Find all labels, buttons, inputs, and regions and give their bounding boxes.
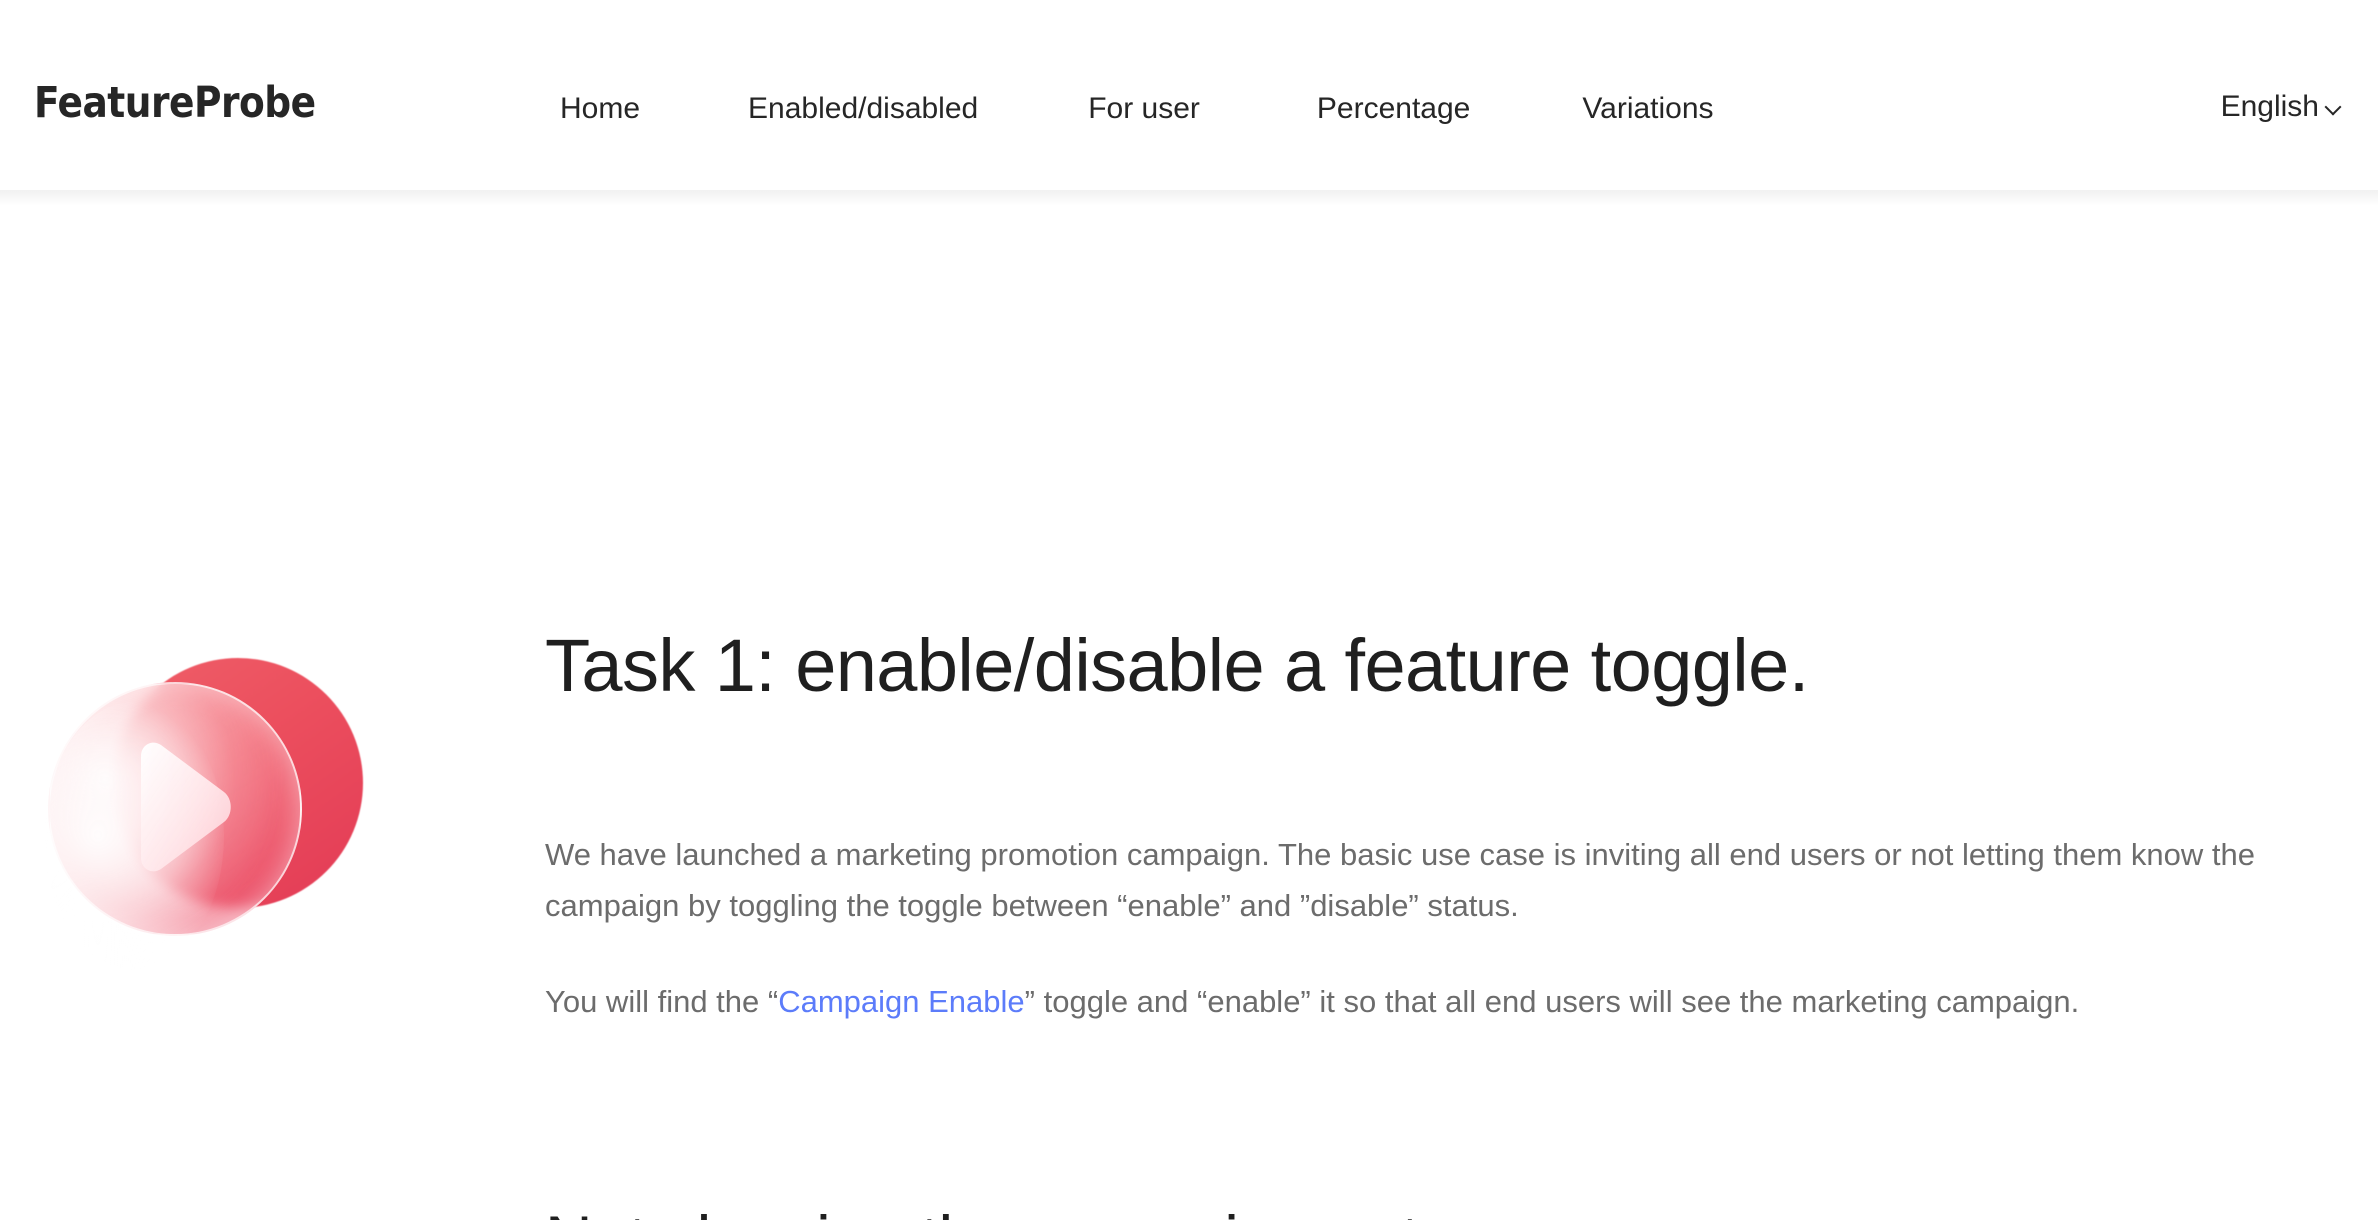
play-button-icon <box>40 650 363 970</box>
paragraph-2-before-link: You will find the “ <box>545 984 779 1019</box>
nav-item-percentage[interactable]: Percentage <box>1317 94 1470 124</box>
nav-item-home[interactable]: Home <box>560 94 640 124</box>
section-heading: Not showing the campaign entry page. <box>545 1202 1654 1220</box>
page-root: FeatureProbe Home Enabled/disabled For u… <box>0 0 2378 1220</box>
site-header: FeatureProbe Home Enabled/disabled For u… <box>0 0 2378 206</box>
play-triangle-icon <box>123 742 235 872</box>
language-selector-label: English <box>2220 90 2319 123</box>
main-navigation: Home Enabled/disabled For user Percentag… <box>560 94 1714 124</box>
language-selector[interactable]: English <box>2221 92 2342 122</box>
description-paragraph-1: We have launched a marketing promotion c… <box>545 837 2255 923</box>
brand-logo[interactable]: FeatureProbe <box>34 82 316 125</box>
nav-item-variations[interactable]: Variations <box>1582 94 1713 124</box>
chevron-down-icon <box>2326 100 2342 116</box>
nav-item-for-user[interactable]: For user <box>1088 94 1200 124</box>
page-title: Task 1: enable/disable a feature toggle. <box>545 624 1809 707</box>
nav-item-enabled-disabled[interactable]: Enabled/disabled <box>748 94 978 124</box>
paragraph-2-after-link: ” toggle and “enable” it so that all end… <box>1024 984 2080 1019</box>
campaign-enable-link[interactable]: Campaign Enable <box>778 984 1024 1019</box>
description-paragraph-2: You will find the “Campaign Enable” togg… <box>545 977 2185 1028</box>
